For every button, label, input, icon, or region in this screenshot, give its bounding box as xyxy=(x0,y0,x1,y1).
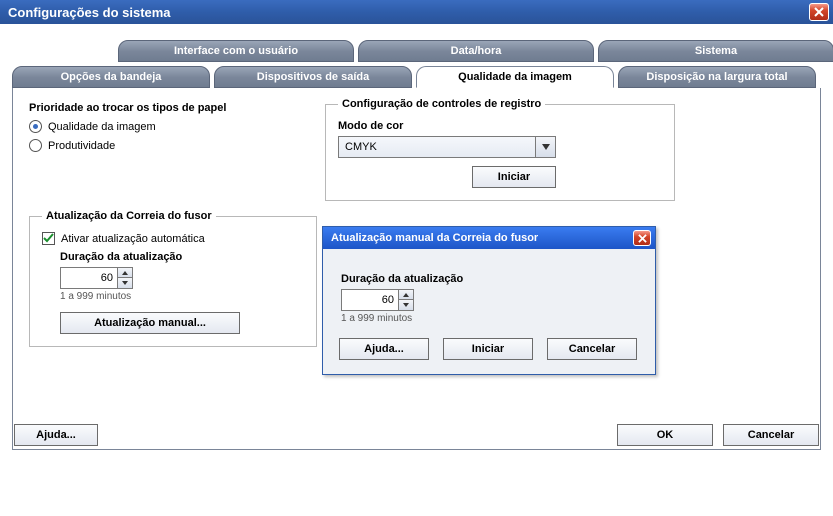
help-button[interactable]: Ajuda... xyxy=(14,424,98,446)
spinner-up-button[interactable] xyxy=(118,268,132,278)
tab-label: Sistema xyxy=(695,45,737,57)
tab-full-width[interactable]: Disposição na largura total xyxy=(618,66,816,88)
modal-help-button[interactable]: Ajuda... xyxy=(339,338,429,360)
modal-duration-label: Duração da atualização xyxy=(341,273,637,285)
spinner-down-button[interactable] xyxy=(399,300,413,310)
registration-start-button[interactable]: Iniciar xyxy=(472,166,556,188)
chevron-down-icon xyxy=(122,281,128,285)
modal-start-button[interactable]: Iniciar xyxy=(443,338,533,360)
chevron-down-icon xyxy=(542,144,550,150)
color-mode-label: Modo de cor xyxy=(338,120,662,132)
duration-spinner[interactable] xyxy=(60,267,133,289)
checkbox-label: Ativar atualização automática xyxy=(61,233,205,245)
tab-label: Qualidade da imagem xyxy=(458,71,572,83)
radio-icon xyxy=(29,120,42,133)
group-legend: Atualização da Correia do fusor xyxy=(42,210,216,222)
modal-titlebar: Atualização manual da Correia do fusor xyxy=(323,227,655,249)
tab-tray-options[interactable]: Opções da bandeja xyxy=(12,66,210,88)
modal-title: Atualização manual da Correia do fusor xyxy=(331,232,538,244)
tab-label: Disposição na largura total xyxy=(646,71,787,83)
cancel-button[interactable]: Cancelar xyxy=(723,424,819,446)
button-label: Iniciar xyxy=(498,171,530,183)
checkbox-icon xyxy=(42,232,55,245)
tab-label: Data/hora xyxy=(451,45,502,57)
button-label: Iniciar xyxy=(472,343,504,355)
tab-datetime[interactable]: Data/hora xyxy=(358,40,594,62)
radio-label: Qualidade da imagem xyxy=(48,121,156,133)
ok-button[interactable]: OK xyxy=(617,424,713,446)
button-label: Ajuda... xyxy=(36,429,76,441)
color-mode-dropdown[interactable]: CMYK xyxy=(338,136,556,158)
button-label: Cancelar xyxy=(748,429,794,441)
tab-image-quality[interactable]: Qualidade da imagem xyxy=(416,66,614,88)
window-title: Configurações do sistema xyxy=(8,5,171,20)
registration-config-group: Configuração de controles de registro Mo… xyxy=(325,98,675,201)
chevron-down-icon xyxy=(403,303,409,307)
spinner-up-button[interactable] xyxy=(399,290,413,300)
radio-label: Produtividade xyxy=(48,140,115,152)
button-label: Atualização manual... xyxy=(94,317,206,329)
tab-output-devices[interactable]: Dispositivos de saída xyxy=(214,66,412,88)
spinner-down-button[interactable] xyxy=(118,278,132,288)
manual-update-dialog: Atualização manual da Correia do fusor D… xyxy=(322,226,656,375)
duration-input[interactable] xyxy=(60,267,118,289)
modal-duration-hint: 1 a 999 minutos xyxy=(341,313,637,324)
tab-label: Opções da bandeja xyxy=(61,71,162,83)
tab-interface[interactable]: Interface com o usuário xyxy=(118,40,354,62)
dropdown-value: CMYK xyxy=(345,141,377,153)
titlebar: Configurações do sistema xyxy=(0,0,833,24)
manual-update-button[interactable]: Atualização manual... xyxy=(60,312,240,334)
tab-row-bottom: Opções da bandeja Dispositivos de saída … xyxy=(12,66,821,88)
button-label: Cancelar xyxy=(569,343,615,355)
chevron-up-icon xyxy=(122,271,128,275)
close-icon xyxy=(814,7,824,17)
window-close-button[interactable] xyxy=(809,3,829,21)
tab-label: Interface com o usuário xyxy=(174,45,298,57)
fuser-belt-group: Atualização da Correia do fusor Ativar a… xyxy=(29,210,317,347)
chevron-up-icon xyxy=(403,293,409,297)
group-legend: Configuração de controles de registro xyxy=(338,98,545,110)
modal-cancel-button[interactable]: Cancelar xyxy=(547,338,637,360)
duration-label: Duração da atualização xyxy=(60,251,304,263)
button-label: Ajuda... xyxy=(364,343,404,355)
tab-system[interactable]: Sistema xyxy=(598,40,833,62)
modal-duration-input[interactable] xyxy=(341,289,399,311)
close-icon xyxy=(638,234,647,243)
radio-icon xyxy=(29,139,42,152)
dialog-footer: Ajuda... OK Cancelar xyxy=(14,424,819,446)
dropdown-toggle xyxy=(535,137,555,157)
duration-hint: 1 a 999 minutos xyxy=(60,291,304,302)
tab-row-top: Interface com o usuário Data/hora Sistem… xyxy=(12,40,821,62)
button-label: OK xyxy=(657,429,674,441)
tab-label: Dispositivos de saída xyxy=(257,71,369,83)
auto-update-checkbox[interactable]: Ativar atualização automática xyxy=(42,232,304,245)
modal-close-button[interactable] xyxy=(633,230,651,246)
modal-duration-spinner[interactable] xyxy=(341,289,414,311)
